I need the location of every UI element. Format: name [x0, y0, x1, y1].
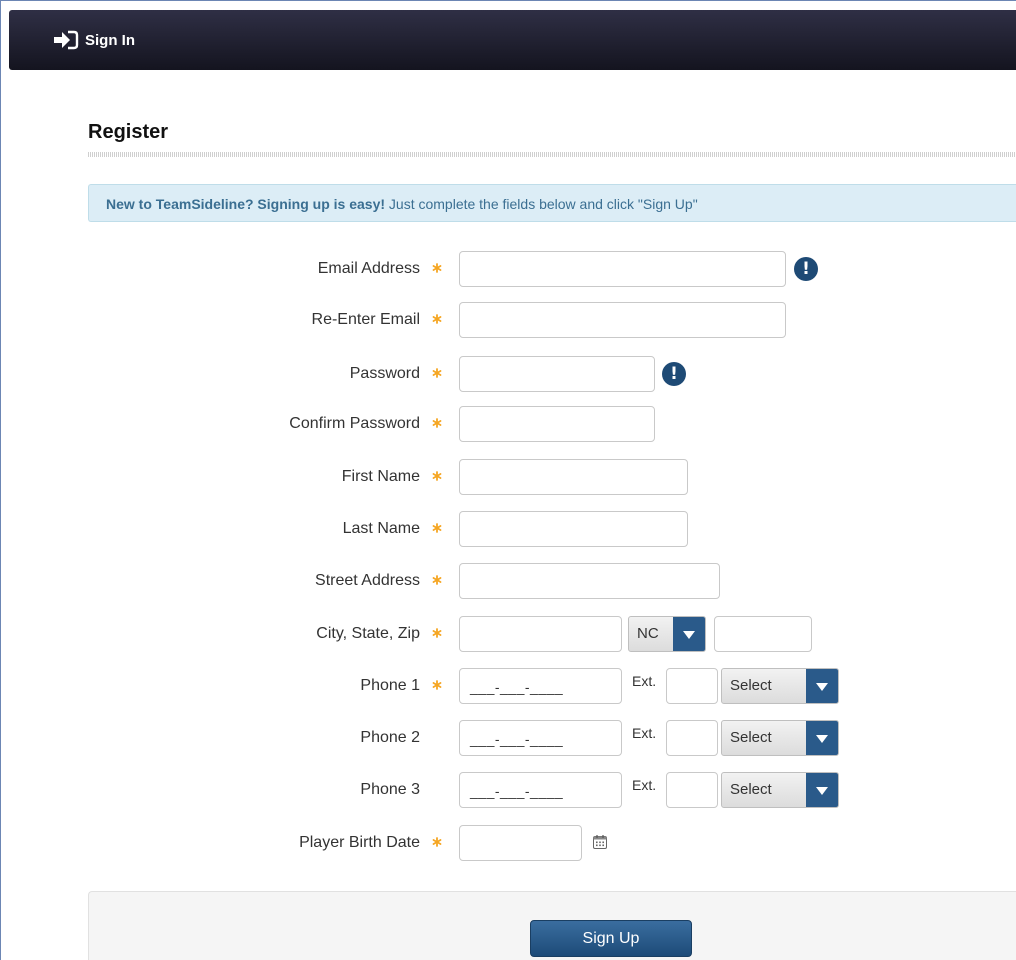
page-frame: Sign In Register New to TeamSideline? Si…	[0, 0, 1016, 960]
reenter-email-label: Re-Enter Email	[311, 311, 420, 328]
asterisk-icon	[432, 837, 442, 847]
phone-3-type-select[interactable]: Select	[721, 772, 839, 808]
exclamation-circle-icon[interactable]: !	[662, 362, 686, 386]
row-reenter-email: Re-Enter Email	[1, 302, 1016, 338]
reenter-email-input[interactable]	[459, 302, 786, 338]
street-address-label: Street Address	[315, 572, 420, 589]
phone-2-type-select[interactable]: Select	[721, 720, 839, 756]
phone-1-input[interactable]: ___-___-____	[459, 668, 622, 704]
phone-2-ext-label: Ext.	[632, 725, 657, 741]
phone-2-label: Phone 2	[360, 729, 420, 746]
first-name-input[interactable]	[459, 459, 688, 495]
top-nav-bar: Sign In	[9, 10, 1016, 70]
phone-1-label: Phone 1	[360, 677, 420, 694]
page-title: Register	[88, 121, 169, 143]
birth-date-label: Player Birth Date	[299, 834, 420, 851]
city-input[interactable]	[459, 616, 622, 652]
row-first-name: First Name	[1, 459, 1016, 495]
city-state-zip-label: City, State, Zip	[316, 625, 420, 642]
password-label: Password	[349, 365, 420, 382]
phone-3-ext-label: Ext.	[632, 777, 657, 793]
asterisk-icon	[432, 628, 442, 638]
last-name-label: Last Name	[342, 520, 420, 537]
row-birth-date: Player Birth Date	[1, 825, 1016, 861]
confirm-password-input[interactable]	[459, 406, 655, 442]
sign-in-label: Sign In	[85, 31, 135, 49]
phone-3-label: Phone 3	[360, 781, 420, 798]
phone-1-ext-label: Ext.	[632, 673, 657, 689]
chevron-down-icon	[806, 773, 838, 807]
info-text: Just complete the fields below and click…	[385, 196, 698, 212]
asterisk-icon	[432, 263, 442, 273]
phone-2-input[interactable]: ___-___-____	[459, 720, 622, 756]
info-bold-text: New to TeamSideline? Signing up is easy!	[106, 196, 386, 212]
row-city-state-zip: City, State, Zip NC	[1, 616, 1016, 652]
street-address-input[interactable]	[459, 563, 720, 599]
state-select[interactable]: NC	[628, 616, 706, 652]
row-email: Email Address !	[1, 251, 1016, 287]
phone-3-ext-input[interactable]	[666, 772, 718, 808]
chevron-down-icon	[673, 617, 705, 651]
phone-3-input[interactable]: ___-___-____	[459, 772, 622, 808]
row-phone-2: Phone 2 ___-___-____ Ext. Select	[1, 720, 1016, 756]
row-street-address: Street Address	[1, 563, 1016, 599]
row-confirm-password: Confirm Password	[1, 406, 1016, 442]
row-last-name: Last Name	[1, 511, 1016, 547]
last-name-input[interactable]	[459, 511, 688, 547]
email-input[interactable]	[459, 251, 786, 287]
row-password: Password !	[1, 356, 1016, 392]
chevron-down-icon	[806, 669, 838, 703]
phone-2-type-value: Select	[730, 729, 772, 746]
row-phone-3: Phone 3 ___-___-____ Ext. Select	[1, 772, 1016, 808]
asterisk-icon	[432, 523, 442, 533]
chevron-down-icon	[806, 721, 838, 755]
birth-date-input[interactable]	[459, 825, 582, 861]
phone-1-ext-input[interactable]	[666, 668, 718, 704]
exclamation-circle-icon[interactable]: !	[794, 257, 818, 281]
asterisk-icon	[432, 368, 442, 378]
phone-2-ext-input[interactable]	[666, 720, 718, 756]
phone-1-type-select[interactable]: Select	[721, 668, 839, 704]
info-banner: New to TeamSideline? Signing up is easy!…	[88, 184, 1016, 222]
asterisk-icon	[432, 680, 442, 690]
first-name-label: First Name	[341, 468, 420, 485]
row-phone-1: Phone 1 ___-___-____ Ext. Select	[1, 668, 1016, 704]
asterisk-icon	[432, 418, 442, 428]
sign-in-arrow-icon	[54, 30, 79, 50]
asterisk-icon	[432, 575, 442, 585]
zip-input[interactable]	[714, 616, 812, 652]
state-select-value: NC	[637, 625, 659, 642]
password-input[interactable]	[459, 356, 655, 392]
sign-up-button[interactable]: Sign Up	[530, 920, 692, 957]
calendar-icon[interactable]	[592, 834, 608, 850]
email-label: Email Address	[317, 260, 420, 277]
title-divider	[88, 152, 1016, 157]
phone-1-type-value: Select	[730, 677, 772, 694]
confirm-password-label: Confirm Password	[289, 415, 420, 432]
phone-3-type-value: Select	[730, 781, 772, 798]
asterisk-icon	[432, 471, 442, 481]
asterisk-icon	[432, 314, 442, 324]
sign-in-link[interactable]: Sign In	[53, 30, 135, 50]
